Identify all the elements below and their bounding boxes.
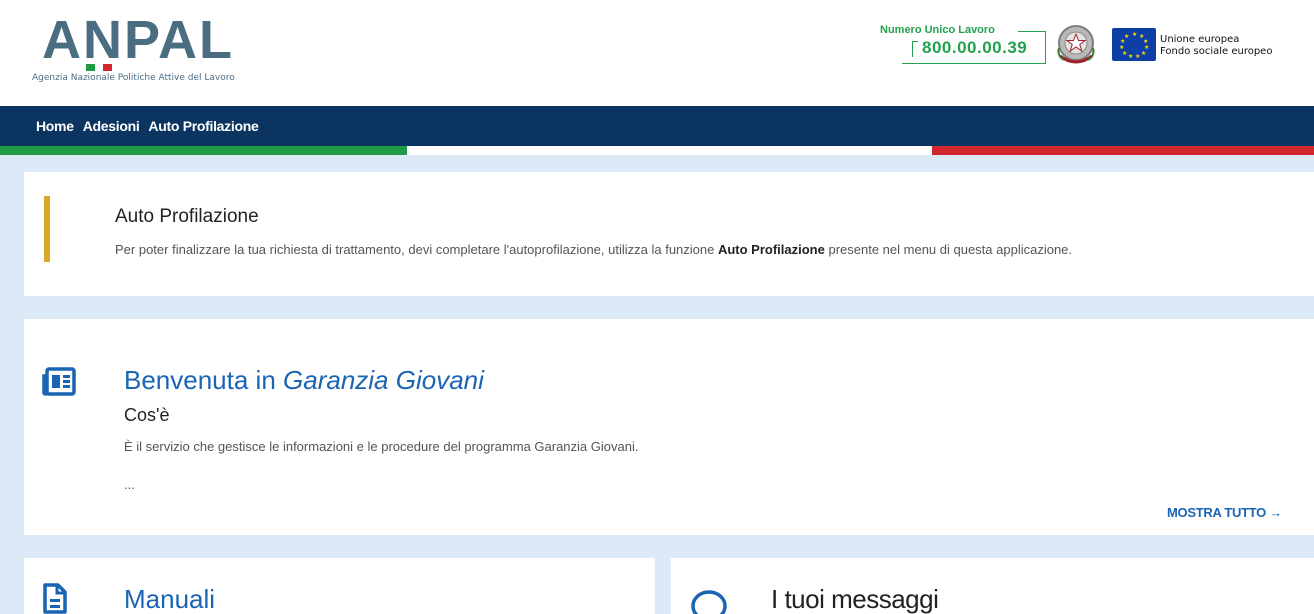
nav-auto-profilazione[interactable]: Auto Profilazione — [148, 118, 258, 134]
logo-subtitle: Agenzia Nazionale Politiche Attive del L… — [32, 73, 235, 83]
nav-home[interactable]: Home — [36, 118, 74, 134]
manuali-card[interactable]: Manuali — [24, 558, 655, 614]
welcome-card: Benvenuta in Garanzia Giovani Cos'è È il… — [24, 319, 1314, 535]
eu-flag-icon: ★ ★ ★ ★ ★ ★ ★ ★ ★ ★ ★ — [1112, 28, 1156, 61]
helpline-box: Numero Unico Lavoro 800.00.00.39 — [872, 24, 1046, 64]
welcome-description: È il servizio che gestisce le informazio… — [124, 439, 639, 454]
speech-bubble-icon — [689, 584, 729, 614]
document-icon — [42, 582, 68, 614]
helpline-number: 800.00.00.39 — [922, 38, 1028, 57]
top-header: ANPAL Agenzia Nazionale Politiche Attive… — [0, 0, 1314, 106]
messages-card[interactable]: I tuoi messaggi — [671, 558, 1314, 614]
tricolor-strip — [0, 146, 1314, 155]
italian-republic-emblem-icon — [1054, 22, 1098, 68]
welcome-ellipsis: ... — [124, 477, 135, 492]
nav-adesioni[interactable]: Adesioni — [83, 118, 140, 134]
show-all-link[interactable]: MOSTRA TUTTO → — [1167, 505, 1282, 520]
auto-profilazione-alert: Auto Profilazione Per poter finalizzare … — [24, 172, 1314, 296]
newspaper-icon — [42, 367, 76, 397]
eu-text: Unione europea Fondo sociale europeo — [1160, 34, 1273, 57]
alert-text: Per poter finalizzare la tua richiesta d… — [115, 242, 1073, 257]
alert-title: Auto Profilazione — [115, 206, 259, 227]
welcome-title: Benvenuta in Garanzia Giovani — [124, 365, 484, 395]
messages-title: I tuoi messaggi — [771, 584, 939, 614]
anpal-logo[interactable]: ANPAL Agenzia Nazionale Politiche Attive… — [32, 10, 262, 88]
welcome-subtitle: Cos'è — [124, 405, 170, 425]
logo-text: ANPAL — [42, 10, 234, 70]
main-navbar: Home Adesioni Auto Profilazione — [0, 106, 1314, 146]
helpline-label: Numero Unico Lavoro — [880, 24, 995, 36]
manuali-title: Manuali — [124, 584, 216, 614]
alert-accent-bar — [44, 196, 50, 262]
italian-flag-icon — [86, 64, 113, 71]
